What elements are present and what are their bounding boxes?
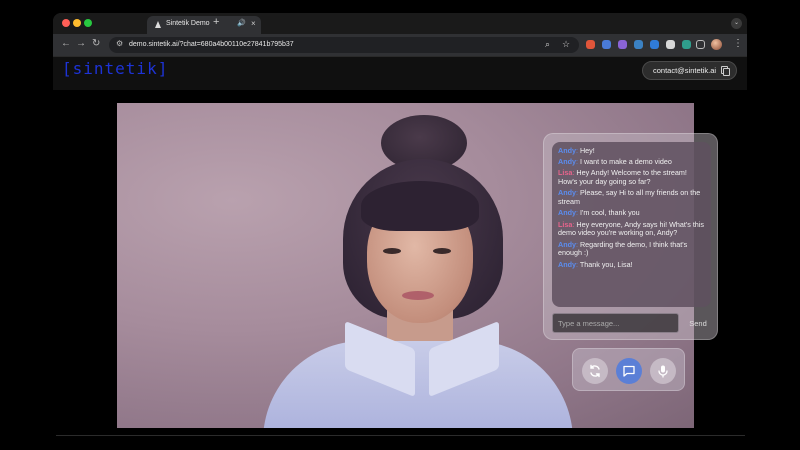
profile-avatar[interactable] xyxy=(711,39,722,50)
minimize-window-button[interactable] xyxy=(73,19,81,27)
close-window-button[interactable] xyxy=(62,19,70,27)
tab-strip: Sintetik Demo 🔊 × + ⌄ xyxy=(53,13,747,34)
message-sender: Andy xyxy=(558,146,576,155)
avatar-eye xyxy=(433,248,451,254)
chat-icon xyxy=(623,365,635,377)
new-tab-button[interactable]: + xyxy=(213,17,219,28)
tab-title: Sintetik Demo xyxy=(166,20,210,27)
message-sender: Lisa xyxy=(558,168,573,178)
message-input[interactable] xyxy=(552,313,679,333)
tab-sintetik-demo[interactable]: Sintetik Demo 🔊 × xyxy=(147,16,261,34)
chat-message: Lisa: Hey everyone, Andy says hi! What's… xyxy=(558,219,704,238)
chat-message: Andy: Thank you, Lisa! xyxy=(558,259,633,269)
message-sender: Andy xyxy=(558,188,576,198)
contact-email-button[interactable]: contact@sintetik.ai xyxy=(642,61,737,80)
extension-icon[interactable] xyxy=(634,40,643,49)
chat-message: Lisa: Hey Andy! Welcome to the stream! H… xyxy=(558,168,687,187)
avatar-controls xyxy=(572,348,685,391)
reload-icon[interactable]: ↻ xyxy=(92,38,100,50)
extension-icon[interactable] xyxy=(650,40,659,49)
chat-input-row: Send xyxy=(552,313,711,333)
contact-email-label: contact@sintetik.ai xyxy=(653,66,717,75)
bookmark-star-icon[interactable]: ☆ xyxy=(562,39,570,50)
message-sender: Andy xyxy=(558,208,576,218)
avatar-mouth xyxy=(402,291,434,300)
extensions-puzzle-icon[interactable] xyxy=(696,40,705,49)
back-arrow-icon[interactable]: ← xyxy=(61,38,71,50)
message-sender: Andy xyxy=(558,239,576,249)
microphone-button[interactable] xyxy=(650,358,676,384)
message-text: Hey Andy! Welcome to the stream! How's y… xyxy=(558,168,687,187)
message-sender: Andy xyxy=(558,259,576,269)
refresh-icon xyxy=(590,364,600,378)
copy-icon[interactable] xyxy=(721,66,730,76)
sintetik-logo[interactable]: [sintetik] xyxy=(62,59,168,78)
message-text: Please, say Hi to all my friends on the … xyxy=(558,188,701,207)
message-text: Hey! xyxy=(579,146,595,155)
chat-message: Andy: I want to make a demo video xyxy=(558,157,672,167)
site-header: [sintetik] contact@sintetik.ai xyxy=(53,56,747,90)
chat-message: Andy: I'm cool, thank you xyxy=(558,208,640,218)
chat-message: Andy: Regarding the demo, I think that's… xyxy=(558,239,688,258)
chat-messages[interactable]: Andy: Hey! Andy: I want to make a demo vi… xyxy=(552,142,711,307)
extension-icon[interactable] xyxy=(618,40,627,49)
speaker-icon[interactable]: 🔊 xyxy=(237,19,246,27)
send-button[interactable]: Send xyxy=(685,313,711,333)
browser-toolbar: ← → ↻ ⚙ demo.sintetik.ai/?chat=680a4b001… xyxy=(53,34,747,56)
maximize-window-button[interactable] xyxy=(84,19,92,27)
page-divider xyxy=(56,435,745,436)
url-text: demo.sintetik.ai/?chat=680a4b00110e27841… xyxy=(129,41,294,48)
tab-favicon-icon xyxy=(155,21,161,28)
browser-window: Sintetik Demo 🔊 × + ⌄ ← → ↻ ⚙ demo.sinte… xyxy=(53,13,747,90)
extension-icon[interactable] xyxy=(602,40,611,49)
message-text: Hey everyone, Andy says hi! What's this … xyxy=(558,219,704,238)
tab-search-chevron-icon[interactable]: ⌄ xyxy=(731,18,742,29)
avatar-bangs xyxy=(361,181,479,231)
chat-panel: Andy: Hey! Andy: I want to make a demo vi… xyxy=(543,133,718,340)
microphone-icon xyxy=(658,365,668,378)
toggle-chat-button[interactable] xyxy=(616,358,642,384)
reset-button[interactable] xyxy=(582,358,608,384)
zoom-icon[interactable]: ⌕ xyxy=(545,39,550,50)
extension-icon[interactable] xyxy=(666,40,675,49)
forward-arrow-icon[interactable]: → xyxy=(76,38,86,50)
message-text: I'm cool, thank you xyxy=(579,208,640,218)
message-text: I want to make a demo video xyxy=(579,157,672,167)
avatar-shirt xyxy=(263,341,573,428)
site-info-icon[interactable]: ⚙ xyxy=(116,39,123,48)
extension-icon[interactable] xyxy=(586,40,595,49)
address-bar[interactable]: ⚙ demo.sintetik.ai/?chat=680a4b00110e278… xyxy=(109,37,579,53)
message-text: Thank you, Lisa! xyxy=(579,259,633,269)
browser-menu-icon[interactable]: ⋮ xyxy=(733,38,743,49)
close-tab-button[interactable]: × xyxy=(251,19,256,29)
avatar-eye xyxy=(383,248,401,254)
chat-message: Andy: Hey! xyxy=(558,146,595,155)
message-sender: Andy xyxy=(558,157,576,167)
message-sender: Lisa xyxy=(558,219,573,229)
chat-message: Andy: Please, say Hi to all my friends o… xyxy=(558,188,701,207)
extension-icon[interactable] xyxy=(682,40,691,49)
